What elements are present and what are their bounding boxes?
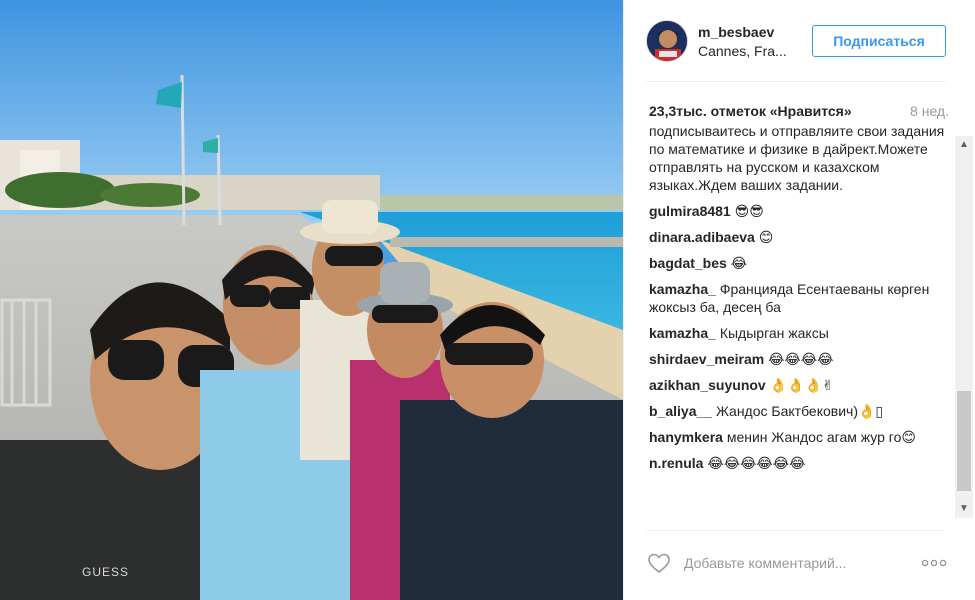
comment-text: 😂😂😂😂 [768, 351, 834, 367]
avatar[interactable] [646, 20, 688, 62]
likes-count[interactable]: 23,3тыс. отметок «Нравится» [649, 103, 852, 119]
comment-text: 😂 [730, 255, 748, 271]
divider [646, 530, 945, 531]
shirt-brand-text: GUESS [82, 565, 129, 579]
add-comment-input[interactable] [684, 551, 884, 575]
comments-scrollbar[interactable]: ▲ ▼ [955, 136, 973, 518]
comment-text: Кыдырган жаксы [719, 325, 829, 341]
avatar-image [647, 21, 687, 61]
post-timestamp[interactable]: 8 нед. [910, 103, 949, 119]
post-details-panel: m_besbaev Cannes, Fra... Подписаться 23,… [623, 0, 975, 600]
scroll-up-arrow-icon[interactable]: ▲ [955, 136, 973, 154]
divider [646, 81, 946, 82]
comment-item: hanymkera менин Жандос агам жур го😊 [649, 428, 949, 446]
comment-author[interactable]: dinara.adibaeva [649, 229, 755, 245]
comment-text: 😎😎 [734, 203, 764, 219]
comment-author[interactable]: kamazha_ [649, 281, 716, 297]
comment-text: Жандос Бактбекович)👌▯ [715, 403, 884, 419]
comment-author[interactable]: hanymkera [649, 429, 723, 445]
comment-text: 😂😂😂😂😂😂 [707, 455, 806, 471]
comments-list[interactable]: подписывайтесь и отправляйте свои задани… [649, 128, 949, 526]
comment-author[interactable]: shirdaev_meiram [649, 351, 764, 367]
comment-author[interactable]: azikhan_suyunov [649, 377, 766, 393]
more-options-button[interactable] [920, 556, 948, 570]
comment-item: n.renula 😂😂😂😂😂😂 [649, 454, 949, 472]
comment-item: kamazha_ Кыдырган жаксы [649, 324, 949, 342]
comment-author[interactable]: gulmira8481 [649, 203, 731, 219]
post-photo[interactable]: GUESS [0, 0, 623, 600]
likes-row: 23,3тыс. отметок «Нравится» 8 нед. [649, 103, 949, 123]
post-header: m_besbaev Cannes, Fra... Подписаться [624, 0, 975, 82]
comment-item: kamazha_ Францияда Есентаеваны көрген жо… [649, 280, 949, 316]
comment-text: менин Жандос агам жур го😊 [726, 429, 916, 445]
like-button[interactable] [647, 551, 671, 575]
heart-icon [648, 553, 670, 574]
comment-text: 👌👌👌✌ [769, 377, 834, 393]
comment-item: dinara.adibaeva 😊 [649, 228, 949, 246]
comment-item: azikhan_suyunov 👌👌👌✌ [649, 376, 949, 394]
comment-item: gulmira8481 😎😎 [649, 202, 949, 220]
comment-author[interactable]: b_aliya__ [649, 403, 712, 419]
comment-text: 😊 [758, 229, 774, 245]
scrollbar-thumb[interactable] [957, 391, 971, 491]
comment-author[interactable]: n.renula [649, 455, 703, 471]
comment-item: bagdat_bes 😂 [649, 254, 949, 272]
comment-item: shirdaev_meiram 😂😂😂😂 [649, 350, 949, 368]
caption: подписывайтесь и отправляйте свои задани… [649, 128, 945, 193]
comment-author[interactable]: bagdat_bes [649, 255, 727, 271]
selfie-image: GUESS [0, 0, 623, 600]
follow-button[interactable]: Подписаться [812, 25, 946, 57]
comment-author[interactable]: kamazha_ [649, 325, 716, 341]
scroll-down-arrow-icon[interactable]: ▼ [955, 500, 973, 518]
location[interactable]: Cannes, Fra... [698, 43, 787, 59]
comment-item: b_aliya__ Жандос Бактбекович)👌▯ [649, 402, 949, 420]
username[interactable]: m_besbaev [698, 24, 774, 40]
more-dots-icon [921, 559, 947, 567]
